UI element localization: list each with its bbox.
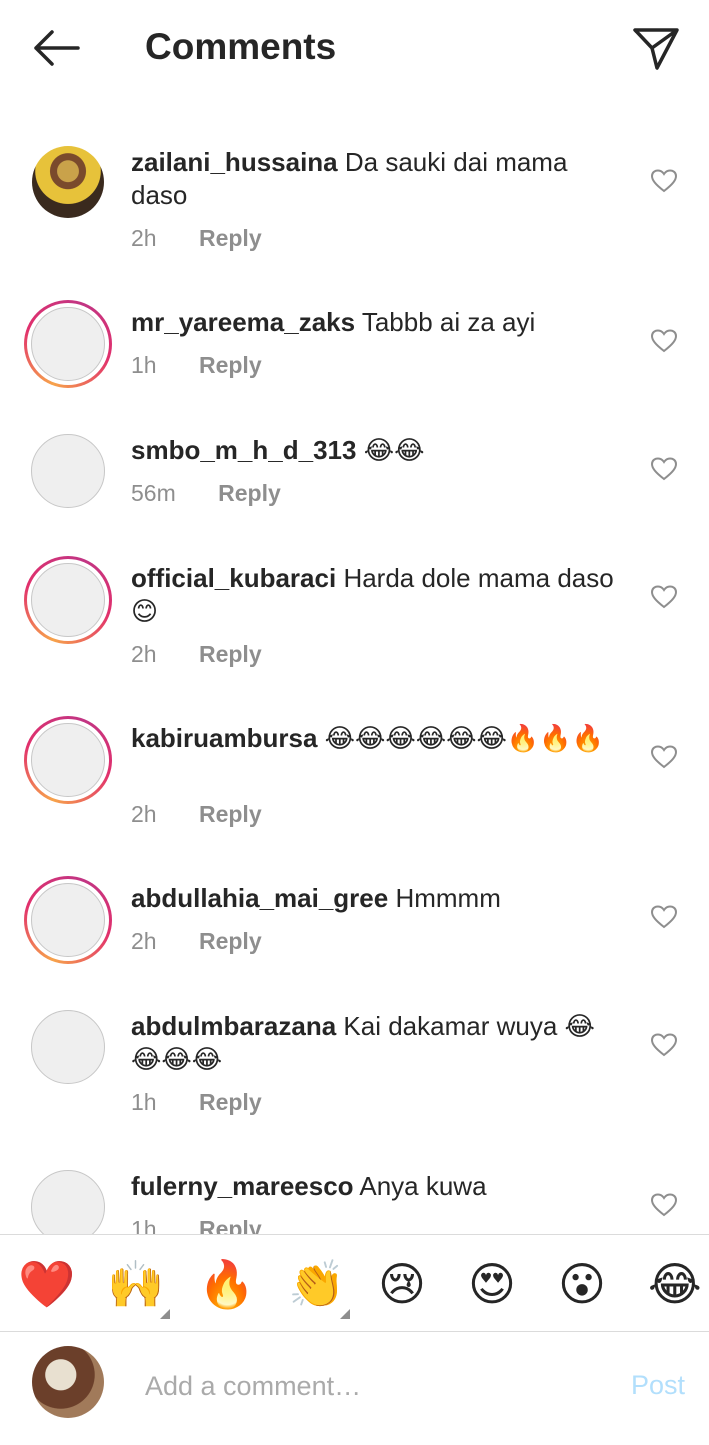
heart-icon[interactable] bbox=[651, 457, 677, 481]
heart-icon[interactable] bbox=[651, 745, 677, 769]
arrow-left-icon bbox=[34, 30, 80, 66]
avatar[interactable] bbox=[24, 1003, 112, 1091]
avatar[interactable] bbox=[24, 876, 112, 964]
comment-time: 1h bbox=[131, 352, 157, 378]
comment-username[interactable]: kabiruambursa bbox=[131, 723, 317, 753]
comment-composer: Post bbox=[0, 1332, 709, 1445]
raising-hands-emoji-button[interactable]: 🙌 bbox=[107, 1257, 164, 1311]
comment-text: 😂😂 bbox=[363, 435, 425, 465]
post-button[interactable]: Post bbox=[631, 1370, 685, 1401]
avatar bbox=[32, 1346, 104, 1418]
avatar[interactable] bbox=[24, 556, 112, 644]
reply-button[interactable]: Reply bbox=[199, 1216, 262, 1234]
avatar[interactable] bbox=[24, 1163, 112, 1234]
avatar[interactable] bbox=[24, 427, 112, 515]
comment-username[interactable]: mr_yareema_zaks bbox=[131, 307, 355, 337]
reply-button[interactable]: Reply bbox=[199, 801, 262, 827]
comment-input[interactable] bbox=[145, 1366, 605, 1406]
comment-time: 56m bbox=[131, 480, 176, 506]
comment-text: 😂😂😂😂😂😂🔥🔥🔥 bbox=[324, 723, 605, 753]
reply-button[interactable]: Reply bbox=[199, 641, 262, 667]
comment-username[interactable]: smbo_m_h_d_313 bbox=[131, 435, 356, 465]
comment-username[interactable]: fulerny_mareesco bbox=[131, 1171, 354, 1201]
comment-username[interactable]: zailani_hussaina bbox=[131, 147, 338, 177]
skin-tone-indicator-icon bbox=[340, 1309, 350, 1319]
avatar[interactable] bbox=[24, 716, 112, 804]
reply-button[interactable]: Reply bbox=[199, 928, 262, 954]
comment-username[interactable]: abdullahia_mai_gree bbox=[131, 883, 388, 913]
reply-button[interactable]: Reply bbox=[199, 352, 262, 378]
header-bar: Comments bbox=[0, 0, 709, 96]
heart-icon[interactable] bbox=[651, 169, 677, 193]
clapping-hands-emoji-button[interactable]: 👏 bbox=[288, 1257, 345, 1311]
tears-of-joy-emoji-button[interactable]: 😂 bbox=[648, 1257, 702, 1311]
comment-text: Anya kuwa bbox=[359, 1171, 487, 1201]
heart-icon[interactable] bbox=[651, 1033, 677, 1057]
share-button[interactable] bbox=[630, 24, 682, 72]
skin-tone-indicator-icon bbox=[160, 1309, 170, 1319]
fire-emoji-button[interactable]: 🔥 bbox=[198, 1257, 255, 1311]
comment-time: 2h bbox=[131, 801, 157, 827]
surprised-face-emoji-button[interactable]: 😮 bbox=[558, 1257, 606, 1311]
emoji-bar: ❤️ 🙌 🔥 👏 😢 😍 😮 😂 bbox=[0, 1234, 709, 1332]
comment-time: 1h bbox=[131, 1216, 157, 1234]
comment-text: Hmmmm bbox=[395, 883, 501, 913]
comment-time: 2h bbox=[131, 225, 157, 251]
comment-time: 2h bbox=[131, 641, 157, 667]
send-icon bbox=[633, 28, 679, 70]
page-title: Comments bbox=[145, 26, 337, 67]
comment-time: 1h bbox=[131, 1089, 157, 1115]
heart-eyes-emoji-button[interactable]: 😍 bbox=[468, 1257, 516, 1311]
avatar[interactable] bbox=[24, 300, 112, 388]
heart-icon[interactable] bbox=[651, 585, 677, 609]
reply-button[interactable]: Reply bbox=[199, 1089, 262, 1115]
comment-username[interactable]: official_kubaraci bbox=[131, 563, 336, 593]
profile-photo bbox=[32, 146, 104, 218]
avatar[interactable] bbox=[25, 139, 111, 225]
comment-username[interactable]: abdulmbarazana bbox=[131, 1011, 336, 1041]
crying-face-emoji-button[interactable]: 😢 bbox=[378, 1257, 426, 1311]
heart-icon[interactable] bbox=[651, 329, 677, 353]
comment-text: Tabbb ai za ayi bbox=[361, 307, 536, 337]
heart-icon[interactable] bbox=[651, 1193, 677, 1217]
reply-button[interactable]: Reply bbox=[218, 480, 281, 506]
back-button[interactable] bbox=[30, 26, 82, 70]
reply-button[interactable]: Reply bbox=[199, 225, 262, 251]
comment-time: 2h bbox=[131, 928, 157, 954]
comments-list[interactable]: zailani_hussaina Da sauki dai mama daso … bbox=[0, 96, 709, 1234]
heart-icon[interactable] bbox=[651, 905, 677, 929]
red-heart-emoji-button[interactable]: ❤️ bbox=[18, 1257, 75, 1311]
